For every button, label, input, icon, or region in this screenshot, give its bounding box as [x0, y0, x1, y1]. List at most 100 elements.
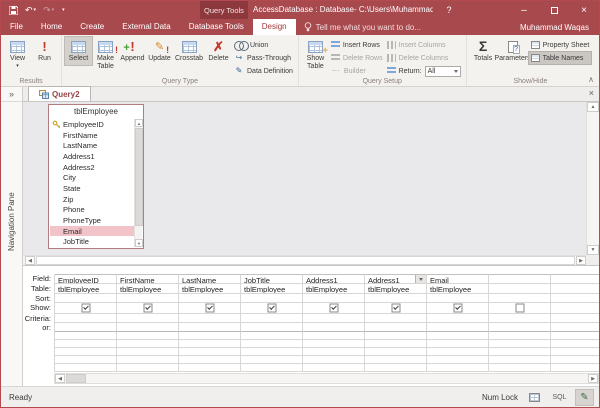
scroll-left-icon[interactable]: ◀: [25, 256, 35, 265]
append-button[interactable]: +! Append: [119, 37, 146, 65]
grid-field-cell[interactable]: JobTitle: [241, 274, 303, 284]
grid-empty-cell[interactable]: [489, 332, 551, 340]
builder-button[interactable]: ⋯Builder: [329, 65, 385, 77]
view-button[interactable]: View ▾: [4, 37, 31, 71]
ribbon-tab[interactable]: External Data: [113, 19, 179, 35]
grid-criteria-cell[interactable]: [179, 314, 241, 323]
field-list-title[interactable]: tblEmployee: [49, 105, 143, 118]
parameters-button[interactable]: ? Parameters: [497, 37, 529, 65]
show-checkbox[interactable]: [391, 304, 400, 313]
grid-empty-cell[interactable]: [55, 340, 117, 348]
grid-sort-cell[interactable]: [303, 294, 365, 303]
grid-empty-cell[interactable]: [365, 356, 427, 364]
field-list-item[interactable]: State: [50, 183, 134, 194]
pass-through-button[interactable]: ↪Pass-Through: [232, 52, 295, 64]
field-list-item[interactable]: Address2: [50, 162, 134, 173]
ribbon-tab[interactable]: File: [1, 19, 32, 35]
customize-qat-button[interactable]: ▾: [61, 8, 65, 13]
grid-table-cell[interactable]: tblEmployee: [117, 284, 179, 294]
insert-columns-button[interactable]: Insert Columns: [385, 39, 463, 51]
grid-empty-cell[interactable]: [241, 332, 303, 340]
tell-me-box[interactable]: Tell me what you want to do...: [304, 22, 421, 32]
grid-cell-empty[interactable]: [551, 303, 599, 314]
return-combobox[interactable]: All: [425, 66, 461, 77]
grid-field-cell[interactable]: EmployeeID: [55, 274, 117, 284]
delete-query-button[interactable]: ✗ Delete: [205, 37, 232, 65]
grid-empty-cell[interactable]: [55, 348, 117, 356]
grid-field-cell[interactable]: [489, 274, 551, 284]
ribbon-tab[interactable]: Home: [32, 19, 71, 35]
field-list-scrollbar[interactable]: ▲ ▼: [134, 119, 142, 247]
grid-cell-empty[interactable]: [551, 314, 599, 323]
grid-horizontal-scrollbar[interactable]: ◀ ▶: [54, 373, 599, 384]
field-list-item[interactable]: PhoneType: [50, 215, 134, 226]
scroll-down-icon[interactable]: ▼: [587, 245, 599, 255]
top-pane-vertical-scrollbar[interactable]: ▲ ▼: [586, 102, 599, 255]
grid-or-cell[interactable]: [489, 323, 551, 332]
grid-empty-cell[interactable]: [241, 340, 303, 348]
update-button[interactable]: ✎! Update: [146, 37, 173, 65]
grid-empty-cell[interactable]: [303, 364, 365, 372]
grid-cell-empty[interactable]: [551, 323, 599, 332]
show-checkbox[interactable]: [143, 304, 152, 313]
grid-sort-cell[interactable]: [117, 294, 179, 303]
field-list-item[interactable]: Email: [50, 226, 134, 237]
grid-or-cell[interactable]: [241, 323, 303, 332]
grid-criteria-cell[interactable]: [241, 314, 303, 323]
grid-empty-cell[interactable]: [489, 364, 551, 372]
table-names-button[interactable]: Table Names: [529, 52, 592, 64]
grid-empty-cell[interactable]: [117, 364, 179, 372]
grid-criteria-cell[interactable]: [365, 314, 427, 323]
grid-empty-cell[interactable]: [303, 340, 365, 348]
grid-table-cell[interactable]: tblEmployee: [179, 284, 241, 294]
grid-or-cell[interactable]: [55, 323, 117, 332]
scroll-down-icon[interactable]: ▼: [135, 239, 143, 247]
grid-or-cell[interactable]: [365, 323, 427, 332]
grid-cell-empty[interactable]: [551, 348, 599, 356]
design-view-button[interactable]: ✎: [576, 390, 593, 405]
insert-rows-button[interactable]: Insert Rows: [329, 39, 385, 51]
grid-criteria-cell[interactable]: [303, 314, 365, 323]
sql-view-button[interactable]: SQL: [551, 390, 568, 405]
grid-cell-empty[interactable]: [551, 356, 599, 364]
grid-empty-cell[interactable]: [179, 340, 241, 348]
field-list-item[interactable]: EmployeeID: [50, 119, 134, 130]
grid-empty-cell[interactable]: [365, 348, 427, 356]
make-table-button[interactable]: ! Make Table: [92, 37, 119, 74]
grid-sort-cell[interactable]: [241, 294, 303, 303]
top-pane-horizontal-scrollbar[interactable]: ◀ ▶: [23, 255, 586, 265]
grid-table-cell[interactable]: tblEmployee: [55, 284, 117, 294]
grid-empty-cell[interactable]: [303, 332, 365, 340]
grid-table-cell[interactable]: tblEmployee: [427, 284, 489, 294]
grid-field-cell[interactable]: Email: [427, 274, 489, 284]
grid-empty-cell[interactable]: [427, 340, 489, 348]
show-checkbox[interactable]: [205, 304, 214, 313]
show-checkbox[interactable]: [81, 304, 90, 313]
grid-empty-cell[interactable]: [365, 364, 427, 372]
show-checkbox[interactable]: [515, 304, 524, 313]
grid-empty-cell[interactable]: [241, 356, 303, 364]
grid-empty-cell[interactable]: [303, 348, 365, 356]
grid-empty-cell[interactable]: [365, 332, 427, 340]
grid-or-cell[interactable]: [303, 323, 365, 332]
scrollbar-thumb[interactable]: [66, 374, 86, 383]
grid-empty-cell[interactable]: [489, 340, 551, 348]
totals-button[interactable]: Σ Totals: [470, 37, 497, 65]
field-list-item[interactable]: FirstName: [50, 130, 134, 141]
grid-or-cell[interactable]: [117, 323, 179, 332]
grid-criteria-cell[interactable]: [489, 314, 551, 323]
grid-table-cell[interactable]: tblEmployee: [365, 284, 427, 294]
grid-empty-cell[interactable]: [489, 348, 551, 356]
grid-empty-cell[interactable]: [427, 332, 489, 340]
collapse-ribbon-button[interactable]: ∧: [588, 75, 594, 84]
grid-table-cell[interactable]: [489, 284, 551, 294]
scrollbar-thumb[interactable]: [36, 256, 575, 265]
close-object-button[interactable]: ×: [589, 88, 594, 98]
grid-empty-cell[interactable]: [241, 348, 303, 356]
ribbon-tab[interactable]: Database Tools: [180, 19, 253, 35]
grid-field-cell[interactable]: FirstName: [117, 274, 179, 284]
minimize-button[interactable]: –: [509, 1, 539, 19]
grid-cell-empty[interactable]: [551, 274, 599, 284]
show-checkbox[interactable]: [329, 304, 338, 313]
maximize-button[interactable]: [539, 1, 569, 19]
